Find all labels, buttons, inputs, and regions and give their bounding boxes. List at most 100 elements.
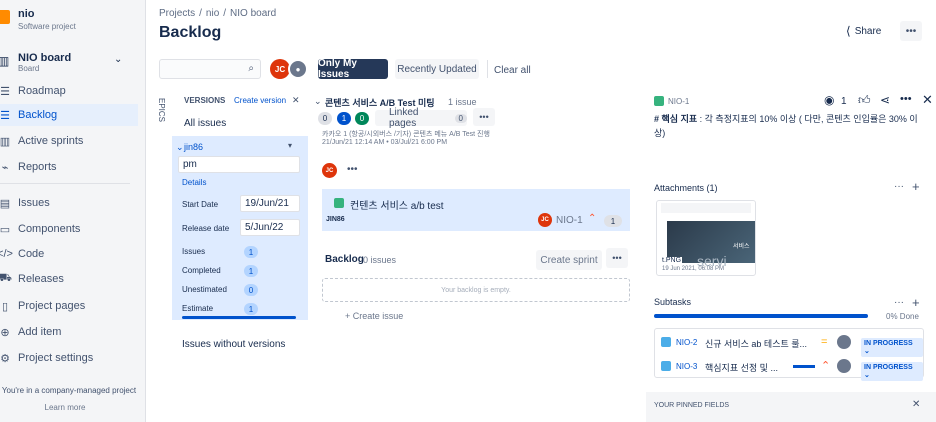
version-name-field[interactable]: pm	[178, 156, 300, 173]
user-avatar-icon[interactable]	[837, 335, 851, 349]
learn-more-link[interactable]: Learn more	[0, 403, 130, 412]
breadcrumb-board[interactable]: NIO board	[230, 8, 276, 19]
subtask-key[interactable]: NIO-3	[676, 362, 697, 371]
nav-roadmap[interactable]: ☰ Roadmap	[0, 80, 138, 102]
todo-badge: 0	[318, 112, 332, 125]
sprint-collapse-icon[interactable]: ⌄	[314, 96, 322, 107]
more-button[interactable]: •••	[900, 21, 922, 41]
recently-updated-button[interactable]: Recently Updated	[395, 59, 479, 79]
issue-story-points: 1	[604, 215, 622, 227]
chevron-down-icon[interactable]: ▾	[288, 141, 292, 150]
releases-icon: ⛟	[0, 272, 18, 286]
issues-count: 1	[244, 246, 258, 258]
versions-heading: VERSIONS	[184, 96, 226, 105]
divider	[487, 60, 488, 78]
issue-key[interactable]: NIO-1	[556, 215, 583, 226]
nav-components[interactable]: ▭ Components	[0, 218, 138, 240]
priority-high-icon: ⌃	[588, 213, 597, 224]
attachment-thumbnail[interactable]: servi 서비스 t.PNG 19 Jun 2021, 06:08 PM	[656, 200, 756, 276]
breadcrumb-projects[interactable]: Projects	[159, 8, 195, 19]
project-avatar-icon[interactable]	[0, 10, 10, 24]
issue-assignee-avatar[interactable]: JC	[538, 213, 552, 227]
subtask-mini-progress	[793, 365, 815, 368]
subtask-summary: 신규 서비스 ab 테스트 룰...	[705, 339, 808, 349]
nav-active-sprints[interactable]: ▥ Active sprints	[0, 130, 138, 152]
only-my-issues-button[interactable]: Only My Issues	[318, 58, 388, 80]
share-label: Share	[854, 25, 882, 37]
subtask-row[interactable]: NIO-3 핵심지표 선정 및 ... ⌃ IN PROGRESS ⌄	[655, 355, 923, 381]
issues-icon: ▤	[0, 197, 11, 210]
release-date-field[interactable]: 5/Jun/22	[240, 219, 300, 236]
status-badge[interactable]: IN PROGRESS ⌄	[861, 362, 923, 381]
share-button[interactable]: ⟨ Share	[846, 24, 881, 38]
breadcrumb-project[interactable]: nio	[206, 8, 219, 19]
nav-releases[interactable]: ⛟Releases	[0, 268, 138, 290]
nav-label: Reports	[18, 161, 57, 173]
nav-issues[interactable]: ▤ Issues	[0, 192, 138, 214]
more-icon[interactable]: •••	[900, 93, 912, 105]
sprint-description: 카카오 1 (항공/시외버스 /기자) 콘텐츠 메뉴 A/B Test 진행	[322, 131, 490, 138]
more-icon[interactable]: •••	[347, 164, 358, 175]
empty-backlog-placeholder: Your backlog is empty.	[322, 278, 630, 302]
add-attachment-icon[interactable]: +	[912, 179, 920, 194]
version-expand-icon[interactable]: ⌄	[176, 142, 184, 153]
linked-pages-button[interactable]: Linked pages 0	[375, 107, 467, 129]
subtasks-more-icon[interactable]: ···	[894, 297, 904, 308]
backlog-more-button[interactable]: •••	[606, 248, 628, 268]
create-sprint-button[interactable]: Create sprint	[536, 250, 602, 270]
user-avatar-icon[interactable]	[837, 359, 851, 373]
unestimated-label: Unestimated	[182, 285, 227, 294]
subtask-icon	[661, 337, 671, 347]
share-icon[interactable]: ⋖	[880, 93, 890, 107]
search-icon: ⌕	[248, 63, 254, 74]
search-input[interactable]: ⌕	[159, 59, 261, 79]
assignee-avatar[interactable]: JC	[322, 163, 337, 178]
board-icon: ▥	[0, 54, 9, 68]
close-icon[interactable]: ✕	[292, 95, 300, 106]
subtask-key[interactable]: NIO-2	[676, 338, 697, 347]
breadcrumb-sep: /	[199, 8, 202, 19]
detail-description: # 핵심 지표 : 각 측정지표의 10% 이상 ( 다만, 콘텐츠 인입률은 …	[654, 112, 924, 140]
detail-issue-key[interactable]: NIO-1	[668, 97, 689, 106]
details-link[interactable]: Details	[182, 178, 206, 187]
start-date-field[interactable]: 19/Jun/21	[240, 195, 300, 212]
user-avatar-icon[interactable]: ●	[288, 59, 308, 79]
linked-pages-label: Linked pages	[389, 107, 419, 129]
subtask-row[interactable]: NIO-2 신규 서비스 ab 테스트 룰... = IN PROGRESS ⌄	[655, 331, 923, 357]
story-icon	[334, 198, 344, 208]
issues-without-versions-item[interactable]: Issues without versions	[182, 339, 285, 350]
sprint-dates: 21/Jun/21 12:14 AM • 03/Jul/21 6:00 PM	[322, 139, 448, 146]
nav-code[interactable]: </> Code	[0, 243, 138, 265]
create-version-link[interactable]: Create version	[234, 96, 286, 105]
thumbs-up-icon[interactable]: 👍︎	[858, 93, 871, 108]
sprint-more-button[interactable]: •••	[473, 108, 495, 126]
thumbnail-label: 서비스	[733, 244, 750, 250]
board-selector[interactable]: ▥ NIO board Board ⌄	[0, 48, 140, 76]
project-name[interactable]: nio	[18, 8, 35, 20]
issue-card-nio-1[interactable]: 컨텐츠 서비스 a/b test JIN86 JC NIO-1 ⌃ 1	[322, 189, 630, 231]
priority-high-icon: ⌃	[821, 360, 831, 372]
nav-label: Releases	[18, 273, 64, 285]
versions-panel: VERSIONS Create version ✕ All issues ⌄ j…	[172, 88, 310, 356]
nav-project-pages[interactable]: ▯ Project pages	[0, 295, 138, 317]
eye-icon[interactable]: ◉	[824, 93, 834, 107]
epics-panel-toggle[interactable]: EPICS	[150, 98, 166, 122]
nav-backlog[interactable]: ☰ Backlog	[0, 104, 138, 126]
close-icon[interactable]: ✕	[922, 92, 933, 108]
in-progress-badge: 1	[337, 112, 351, 125]
clear-all-link[interactable]: Clear all	[494, 65, 531, 76]
create-issue-link[interactable]: + Create issue	[345, 311, 403, 321]
release-date-label: Release date	[182, 224, 230, 233]
add-subtask-icon[interactable]: +	[912, 295, 920, 310]
nav-reports[interactable]: ⌁ Reports	[0, 156, 138, 178]
avatar-jc[interactable]: JC	[270, 59, 290, 79]
version-card[interactable]: ⌄ jin86 ▾ pm Details Start Date 19/Jun/2…	[172, 136, 308, 320]
board-name: NIO board	[18, 52, 72, 64]
all-issues-item[interactable]: All issues	[184, 118, 226, 129]
page-title: Backlog	[159, 24, 222, 41]
close-icon[interactable]: ✕	[912, 399, 920, 410]
nav-add-item[interactable]: ⊕ Add item	[0, 321, 138, 343]
nav-project-settings[interactable]: ⚙ Project settings	[0, 347, 138, 369]
nav-label: Code	[18, 248, 45, 260]
attachments-more-icon[interactable]: ···	[894, 181, 904, 192]
